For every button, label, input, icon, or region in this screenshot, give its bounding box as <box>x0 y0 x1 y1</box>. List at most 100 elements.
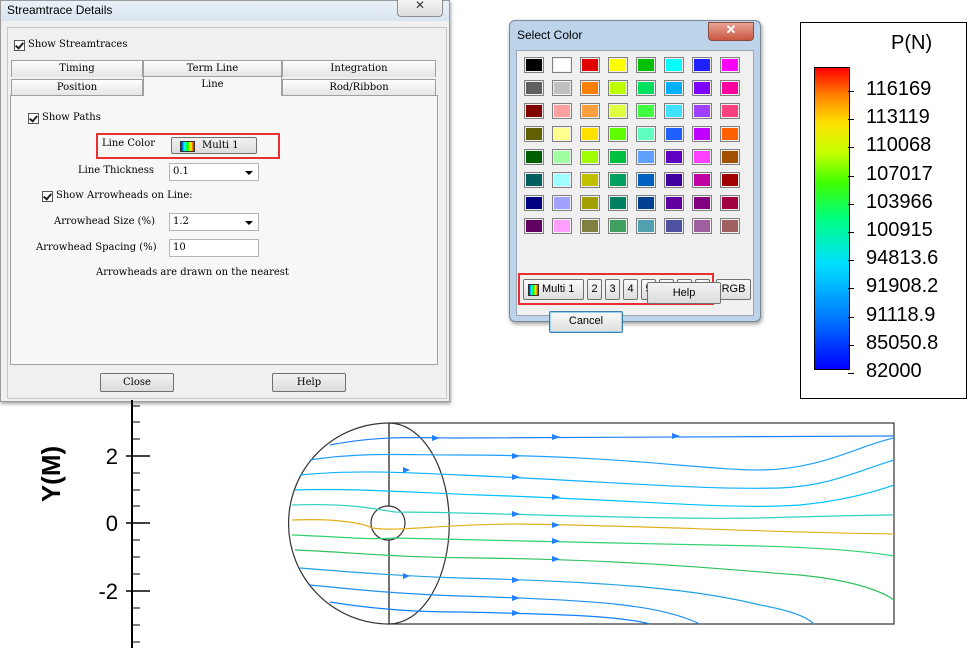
color-swatch[interactable] <box>608 195 628 211</box>
show-arrowheads-checkbox[interactable] <box>42 191 53 202</box>
multi-4-button[interactable]: 4 <box>623 279 638 300</box>
color-swatch-fill <box>694 197 710 209</box>
color-swatch[interactable] <box>580 103 600 119</box>
line-thickness-dropdown[interactable]: 0.1 <box>169 163 259 181</box>
multi-2-button[interactable]: 2 <box>587 279 602 300</box>
tab-term-line[interactable]: Term Line <box>143 60 282 77</box>
color-swatch[interactable] <box>524 172 544 188</box>
multi-3-button[interactable]: 3 <box>605 279 620 300</box>
color-swatch[interactable] <box>636 172 656 188</box>
color-swatch-fill <box>638 151 654 163</box>
color-swatch[interactable] <box>524 195 544 211</box>
color-swatch[interactable] <box>720 149 740 165</box>
color-swatch[interactable] <box>524 149 544 165</box>
color-swatch[interactable] <box>524 57 544 73</box>
color-swatch[interactable] <box>552 195 572 211</box>
color-swatch[interactable] <box>552 172 572 188</box>
show-paths-checkbox[interactable] <box>28 113 39 124</box>
color-swatch[interactable] <box>692 57 712 73</box>
color-swatch[interactable] <box>552 218 572 234</box>
color-swatch[interactable] <box>664 172 684 188</box>
tab-line[interactable]: Line <box>143 76 282 96</box>
color-swatch-fill <box>722 105 738 117</box>
close-button[interactable]: Close <box>100 373 174 392</box>
color-swatch[interactable] <box>580 149 600 165</box>
color-swatch[interactable] <box>692 149 712 165</box>
color-swatch[interactable] <box>580 80 600 96</box>
color-swatch[interactable] <box>664 149 684 165</box>
color-swatch[interactable] <box>664 80 684 96</box>
color-swatch[interactable] <box>692 218 712 234</box>
color-swatch[interactable] <box>720 195 740 211</box>
color-swatch[interactable] <box>580 195 600 211</box>
select-color-close-button[interactable]: ✕ <box>708 22 754 41</box>
color-swatch[interactable] <box>720 103 740 119</box>
color-swatch[interactable] <box>636 80 656 96</box>
color-swatch[interactable] <box>664 126 684 142</box>
color-swatch[interactable] <box>636 195 656 211</box>
color-swatch[interactable] <box>664 218 684 234</box>
color-swatch[interactable] <box>692 172 712 188</box>
color-swatch[interactable] <box>664 57 684 73</box>
arrowhead-spacing-field[interactable]: 10 <box>169 239 259 257</box>
color-swatch[interactable] <box>636 218 656 234</box>
color-swatch[interactable] <box>552 103 572 119</box>
streamline <box>309 584 701 625</box>
color-swatch[interactable] <box>608 80 628 96</box>
help-button[interactable]: Help <box>272 373 346 392</box>
color-swatch[interactable] <box>664 195 684 211</box>
dialog-titlebar[interactable]: Streamtrace Details ✕ <box>1 0 449 21</box>
color-swatch[interactable] <box>580 172 600 188</box>
tab-integration[interactable]: Integration <box>282 60 436 77</box>
color-swatch[interactable] <box>552 149 572 165</box>
tab-timing[interactable]: Timing <box>11 60 143 77</box>
color-swatch[interactable] <box>524 80 544 96</box>
color-swatch[interactable] <box>608 218 628 234</box>
y-tick-label: 0 <box>106 511 118 536</box>
color-swatch[interactable] <box>720 57 740 73</box>
color-swatch[interactable] <box>580 57 600 73</box>
color-swatch[interactable] <box>636 126 656 142</box>
color-swatch-fill <box>554 105 570 117</box>
color-swatch[interactable] <box>580 126 600 142</box>
color-swatch[interactable] <box>692 103 712 119</box>
color-swatch[interactable] <box>608 57 628 73</box>
color-swatch-fill <box>582 59 598 71</box>
color-swatch[interactable] <box>608 172 628 188</box>
tab-rod-ribbon[interactable]: Rod/Ribbon <box>282 79 436 96</box>
color-swatch[interactable] <box>720 218 740 234</box>
color-swatch[interactable] <box>608 103 628 119</box>
color-swatch[interactable] <box>720 80 740 96</box>
color-swatch[interactable] <box>524 218 544 234</box>
color-swatch[interactable] <box>608 149 628 165</box>
multi-1-button[interactable]: Multi 1 <box>523 279 584 300</box>
color-swatch[interactable] <box>636 149 656 165</box>
color-swatch-fill <box>610 151 626 163</box>
color-swatch[interactable] <box>692 80 712 96</box>
color-swatch[interactable] <box>636 57 656 73</box>
line-thickness-label: Line Thickness <box>78 165 154 176</box>
color-swatch[interactable] <box>608 126 628 142</box>
color-swatch[interactable] <box>664 103 684 119</box>
show-streamtraces-checkbox[interactable] <box>14 40 25 51</box>
color-swatch[interactable] <box>552 57 572 73</box>
color-swatch[interactable] <box>692 195 712 211</box>
color-swatch[interactable] <box>552 126 572 142</box>
close-window-button[interactable]: ✕ <box>397 0 443 17</box>
select-color-help-button[interactable]: Help <box>647 282 721 304</box>
color-swatch[interactable] <box>580 218 600 234</box>
color-swatch-fill <box>526 197 542 209</box>
arrowhead-size-dropdown[interactable]: 1.2 <box>169 213 259 231</box>
line-color-button[interactable]: Multi 1 <box>171 137 257 154</box>
rgb-button[interactable]: RGB <box>716 279 751 300</box>
color-swatch[interactable] <box>720 126 740 142</box>
cancel-button[interactable]: Cancel <box>549 311 623 333</box>
color-swatch[interactable] <box>636 103 656 119</box>
color-swatch[interactable] <box>552 80 572 96</box>
color-swatch[interactable] <box>720 172 740 188</box>
color-swatch[interactable] <box>524 126 544 142</box>
color-swatch[interactable] <box>524 103 544 119</box>
tab-position[interactable]: Position <box>11 79 143 96</box>
arrowhead-size-value: 1.2 <box>173 216 189 227</box>
color-swatch[interactable] <box>692 126 712 142</box>
